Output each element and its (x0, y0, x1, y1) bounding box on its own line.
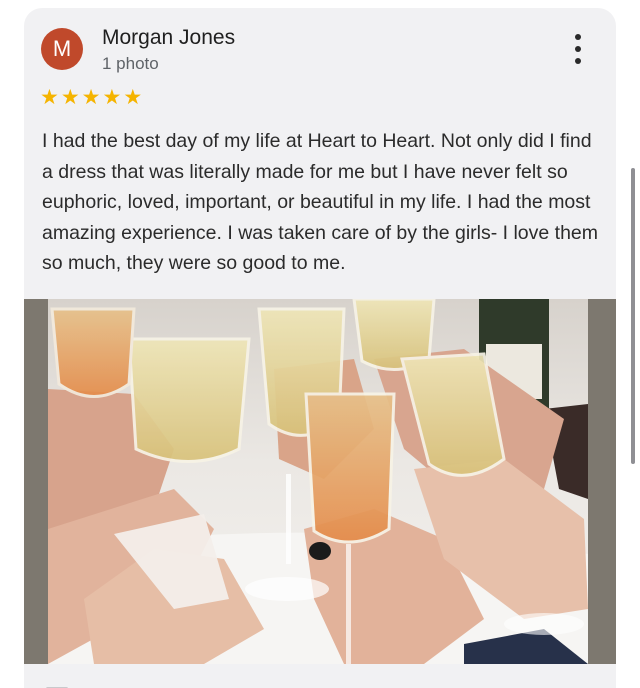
star-rating: ★ ★ ★ ★ ★ (40, 87, 142, 109)
review-text: I had the best day of my life at Heart t… (42, 130, 599, 274)
photo-count: 1 photo (102, 54, 159, 73)
avatar-letter: M (52, 36, 72, 61)
star-icon: ★ (123, 86, 143, 109)
review-photo[interactable] (24, 299, 616, 664)
scrollbar[interactable] (631, 168, 635, 464)
reviewer-name[interactable]: Morgan Jones (102, 26, 235, 50)
champagne-toast-image (24, 299, 616, 664)
more-vert-icon[interactable] (572, 34, 584, 64)
avatar[interactable]: M (41, 28, 83, 70)
star-icon: ★ (102, 86, 122, 109)
star-icon: ★ (40, 86, 59, 109)
review-card: M Morgan Jones 1 photo ★ ★ ★ ★ ★ I had t… (24, 8, 616, 688)
star-icon: ★ (60, 86, 80, 109)
star-icon: ★ (81, 86, 101, 109)
